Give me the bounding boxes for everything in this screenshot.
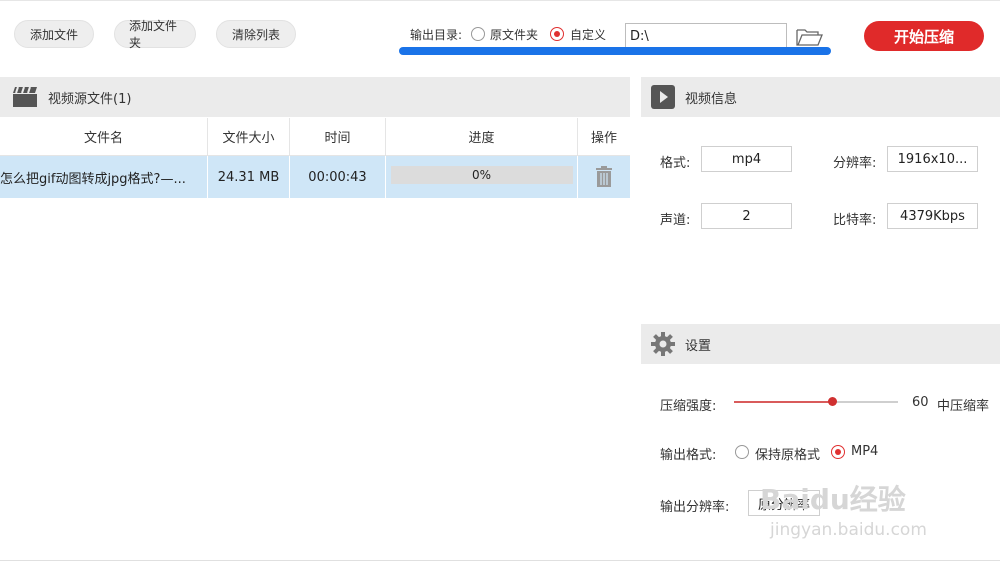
table-header: 文件名 文件大小 时间 进度 操作 bbox=[0, 118, 630, 156]
radio-mp4-label: MP4 bbox=[851, 444, 879, 459]
strength-slider-thumb[interactable] bbox=[828, 397, 838, 406]
format-label: 格式: bbox=[660, 156, 691, 171]
play-icon bbox=[651, 85, 675, 109]
clapperboard-icon bbox=[13, 86, 37, 107]
progress-cell: 0% bbox=[386, 156, 578, 198]
strength-desc: 中压缩率 bbox=[937, 399, 990, 414]
watermark-logo: Baidu经验 bbox=[760, 483, 906, 516]
start-compress-button[interactable]: 开始压缩 bbox=[864, 21, 984, 51]
watermark-url: jingyan.baidu.com bbox=[770, 520, 927, 540]
bottom-divider bbox=[0, 560, 1000, 561]
radio-mp4[interactable] bbox=[831, 445, 845, 459]
table-row[interactable]: 怎么把gif动图转成jpg格式?—... 24.31 MB 00:00:43 0… bbox=[0, 156, 630, 198]
output-path-input[interactable]: D:\ bbox=[625, 23, 787, 49]
output-resolution-label: 输出分辨率: bbox=[660, 500, 730, 515]
column-header-name[interactable]: 文件名 bbox=[0, 118, 208, 155]
source-files-header: 视频源文件(1) bbox=[0, 77, 630, 117]
format-value: mp4 bbox=[701, 146, 792, 172]
trash-icon[interactable] bbox=[595, 166, 613, 188]
file-name-cell: 怎么把gif动图转成jpg格式?—... bbox=[0, 156, 208, 198]
video-info-header: 视频信息 bbox=[641, 77, 1000, 117]
radio-keep-format-label: 保持原格式 bbox=[755, 448, 821, 463]
folder-open-icon[interactable] bbox=[796, 27, 824, 47]
add-folder-button[interactable]: 添加文件夹 bbox=[114, 19, 196, 50]
column-header-progress[interactable]: 进度 bbox=[386, 118, 578, 155]
action-cell bbox=[578, 156, 630, 198]
source-files-table: 文件名 文件大小 时间 进度 操作 怎么把gif动图转成jpg格式?—... 2… bbox=[0, 118, 630, 198]
strength-slider[interactable] bbox=[734, 397, 898, 406]
radio-keep-format[interactable] bbox=[735, 445, 749, 459]
output-format-label: 输出格式: bbox=[660, 448, 717, 463]
add-file-button[interactable]: 添加文件 bbox=[14, 20, 94, 48]
radio-original-folder[interactable] bbox=[471, 27, 485, 41]
column-header-size[interactable]: 文件大小 bbox=[208, 118, 290, 155]
radio-custom[interactable] bbox=[550, 27, 564, 41]
channels-value: 2 bbox=[701, 203, 792, 229]
settings-title: 设置 bbox=[685, 338, 712, 354]
column-header-action[interactable]: 操作 bbox=[578, 118, 630, 155]
clear-list-button[interactable]: 清除列表 bbox=[216, 20, 296, 48]
settings-header: 设置 bbox=[641, 324, 1000, 364]
strength-label: 压缩强度: bbox=[660, 399, 717, 414]
source-files-title: 视频源文件(1) bbox=[48, 91, 132, 107]
strength-slider-fill bbox=[734, 401, 833, 403]
radio-original-folder-label: 原文件夹 bbox=[490, 28, 539, 42]
channels-label: 声道: bbox=[660, 213, 691, 228]
resolution-label: 分辨率: bbox=[833, 156, 877, 171]
gear-icon bbox=[651, 332, 675, 356]
radio-custom-label: 自定义 bbox=[570, 28, 607, 42]
resolution-value: 1916x10... bbox=[887, 146, 978, 172]
highlight-underline bbox=[399, 47, 831, 55]
output-dir-label: 输出目录: bbox=[410, 28, 463, 42]
video-info-title: 视频信息 bbox=[685, 91, 738, 107]
column-header-time[interactable]: 时间 bbox=[290, 118, 386, 155]
bitrate-value: 4379Kbps bbox=[887, 203, 978, 229]
strength-value: 60 bbox=[912, 395, 929, 410]
file-size-cell: 24.31 MB bbox=[208, 156, 290, 198]
file-time-cell: 00:00:43 bbox=[290, 156, 386, 198]
bitrate-label: 比特率: bbox=[833, 213, 877, 228]
top-toolbar: 添加文件 添加文件夹 清除列表 输出目录: 原文件夹 自定义 D:\ 开始压缩 bbox=[0, 0, 1000, 66]
progress-bar: 0% bbox=[390, 166, 573, 184]
